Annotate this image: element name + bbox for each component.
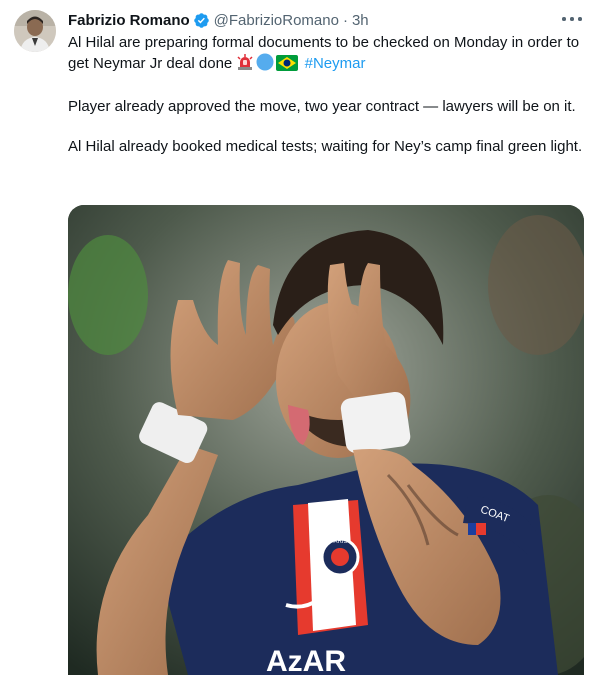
player-photo: AzAR PARIS COAT <box>68 205 584 675</box>
tweet-header: Fabrizio Romano @FabrizioRomano · 3h <box>68 10 369 30</box>
separator-dot: · <box>342 11 348 29</box>
avatar-image <box>14 10 56 52</box>
brazil-flag-emoji-icon <box>276 55 299 77</box>
tweet-text: Al Hilal are preparing formal documents … <box>68 33 588 157</box>
avatar[interactable] <box>14 10 56 52</box>
author-name[interactable]: Fabrizio Romano <box>68 12 190 29</box>
crest-text: PARIS <box>330 539 348 545</box>
tweet-paragraph-1: Al Hilal are preparing formal documents … <box>68 33 588 77</box>
tweet-paragraph-2: Player already approved the move, two ye… <box>68 98 576 115</box>
verified-badge-icon <box>193 12 210 29</box>
hashtag-link[interactable]: #Neymar <box>305 55 366 72</box>
timestamp[interactable]: 3h <box>352 12 369 29</box>
tweet-paragraph-3: Al Hilal already booked medical tests; w… <box>68 138 583 155</box>
jersey-sponsor-text: AzAR <box>266 645 346 675</box>
blue-circle-emoji-icon <box>256 53 274 77</box>
author-handle[interactable]: @FabrizioRomano <box>214 12 339 29</box>
siren-emoji-icon <box>236 53 254 77</box>
tweet-media-image[interactable]: AzAR PARIS COAT <box>68 205 584 675</box>
tweet-card[interactable]: Fabrizio Romano @FabrizioRomano · 3h Al … <box>0 0 600 675</box>
more-options-icon[interactable] <box>562 11 582 27</box>
